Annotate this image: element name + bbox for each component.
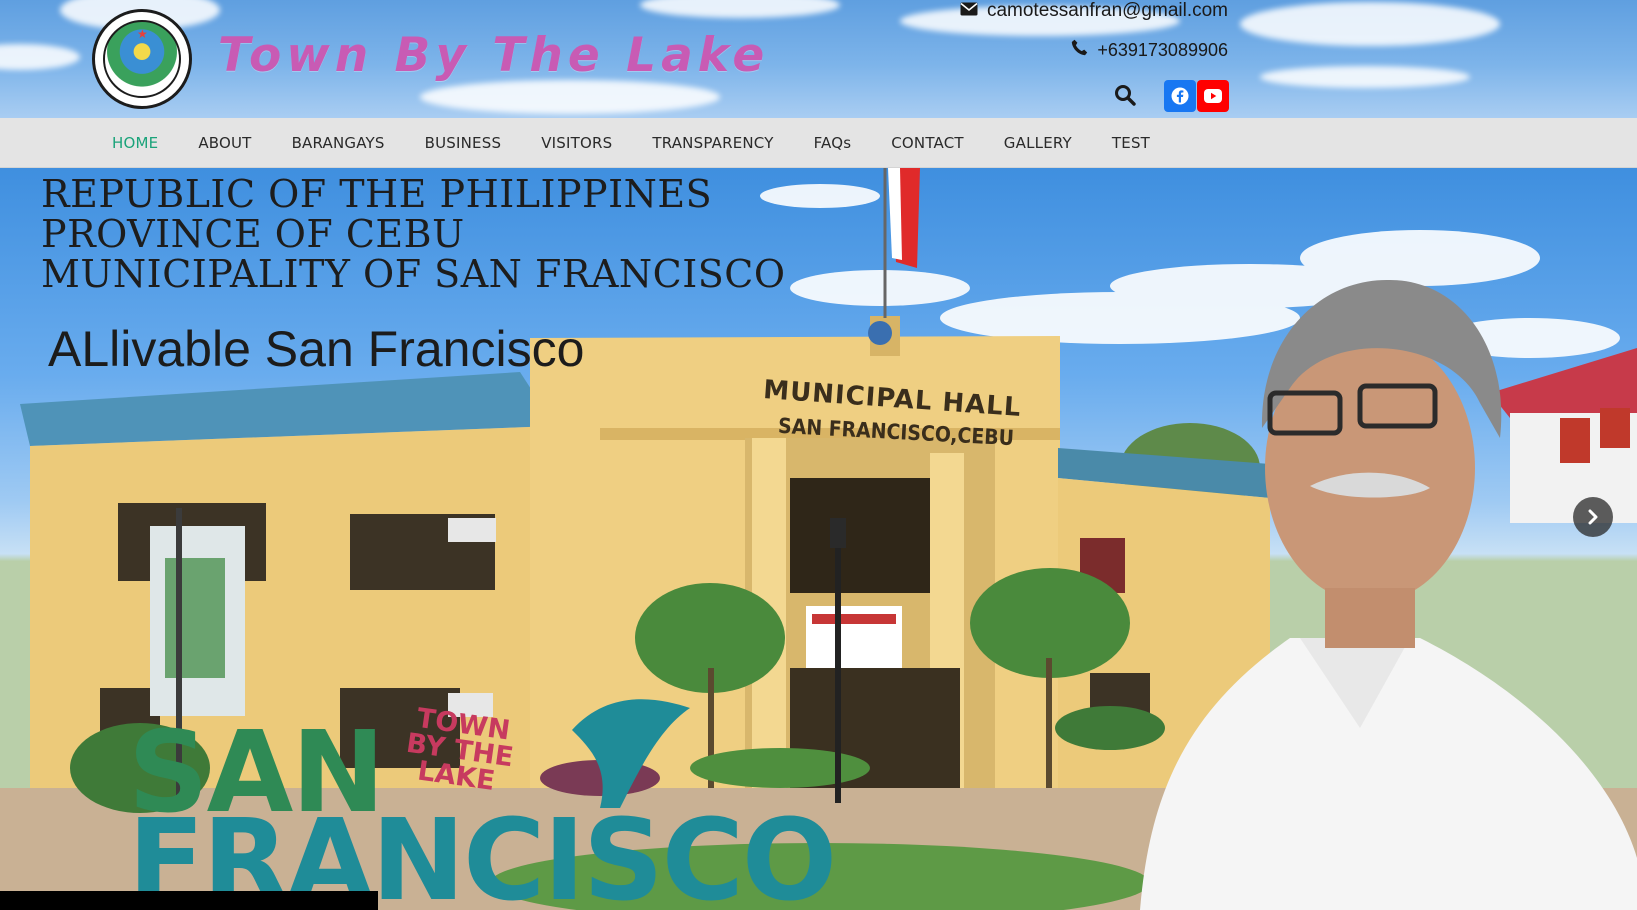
- slider-next-button[interactable]: [1573, 497, 1613, 537]
- phone-icon: [1071, 39, 1088, 61]
- hero-slider: REPUBLIC OF THE PHILIPPINES PROVINCE OF …: [0, 168, 1637, 910]
- sky-cloud: [1240, 2, 1500, 46]
- nav-item-business[interactable]: BUSINESS: [405, 118, 522, 168]
- hero-tagline: ALlivable San Francisco: [48, 321, 585, 377]
- main-navigation: HOME ABOUT BARANGAYS BUSINESS VISITORS T…: [0, 118, 1637, 168]
- sky-cloud: [420, 80, 720, 114]
- slider-caption-bar: [0, 891, 378, 910]
- nav-item-transparency[interactable]: TRANSPARENCY: [632, 118, 793, 168]
- facebook-icon[interactable]: [1164, 80, 1196, 112]
- search-icon[interactable]: [1114, 84, 1136, 106]
- chevron-right-icon: [1588, 509, 1598, 525]
- nav-menu: HOME ABOUT BARANGAYS BUSINESS VISITORS T…: [92, 118, 1170, 168]
- seal-star-icon: ★: [137, 27, 148, 41]
- sky-cloud: [0, 44, 80, 70]
- nav-item-faqs[interactable]: FAQs: [794, 118, 872, 168]
- nav-item-test[interactable]: TEST: [1092, 118, 1170, 168]
- landmark-sign-town-by-the-lake: TOWN BY THE LAKE: [401, 703, 518, 797]
- nav-item-gallery[interactable]: GALLERY: [984, 118, 1092, 168]
- contact-phone[interactable]: +639173089906: [1071, 38, 1228, 62]
- sky-cloud: [1260, 66, 1470, 88]
- nav-item-about[interactable]: ABOUT: [178, 118, 271, 168]
- nav-item-home[interactable]: HOME: [92, 118, 178, 168]
- seal-emblem: ★: [103, 20, 181, 98]
- sky-cloud: [640, 0, 840, 18]
- banner-line-republic: REPUBLIC OF THE PHILIPPINES: [41, 172, 713, 216]
- site-header: ★ Town By The Lake camotessanfran@gmail.…: [0, 0, 1637, 118]
- nav-item-visitors[interactable]: VISITORS: [521, 118, 632, 168]
- nav-item-barangays[interactable]: BARANGAYS: [272, 118, 405, 168]
- nav-item-contact[interactable]: CONTACT: [871, 118, 984, 168]
- youtube-icon[interactable]: [1197, 80, 1229, 112]
- contact-email-text[interactable]: camotessanfran@gmail.com: [987, 0, 1228, 22]
- banner-line-municipality: MUNICIPALITY OF SAN FRANCISCO: [41, 252, 786, 296]
- site-title[interactable]: Town By The Lake: [218, 28, 769, 83]
- banner-line-province: PROVINCE OF CEBU: [41, 212, 465, 256]
- contact-email[interactable]: camotessanfran@gmail.com: [960, 0, 1228, 22]
- municipal-seal-logo[interactable]: ★: [92, 9, 192, 109]
- envelope-icon: [960, 0, 978, 22]
- contact-phone-text[interactable]: +639173089906: [1097, 40, 1228, 61]
